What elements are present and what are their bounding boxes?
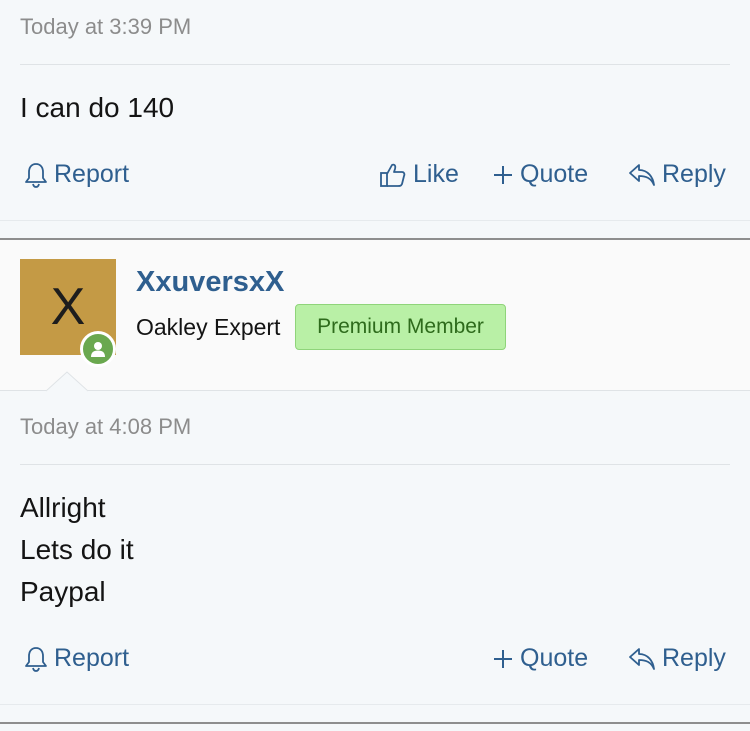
message-line: Allright xyxy=(20,492,106,523)
username[interactable]: XxuversxX xyxy=(136,266,284,299)
message-line: Lets do it xyxy=(20,534,134,565)
reply-arrow-icon xyxy=(629,163,655,186)
thumbs-up-icon xyxy=(380,163,406,187)
user-icon xyxy=(91,342,105,357)
like-label: Like xyxy=(413,160,459,188)
post-timestamp[interactable]: Today at 4:08 PM xyxy=(20,414,191,440)
report-label: Report xyxy=(54,644,130,672)
reply-label: Reply xyxy=(662,160,726,188)
reply-button[interactable]: Reply xyxy=(628,160,726,189)
report-button[interactable]: Report xyxy=(24,644,129,673)
member-badge: Premium Member xyxy=(295,304,506,350)
bell-icon xyxy=(25,646,47,672)
user-block-bottom-border xyxy=(0,390,46,391)
plus-icon xyxy=(494,649,512,668)
quote-label: Quote xyxy=(520,644,589,672)
reply-arrow-icon xyxy=(629,647,655,670)
like-button[interactable]: Like xyxy=(379,160,459,189)
user-title: Oakley Expert xyxy=(136,314,281,340)
post-timestamp[interactable]: Today at 3:39 PM xyxy=(20,14,191,40)
reply-label: Reply xyxy=(662,644,726,672)
post-message: Allright Lets do it Paypal xyxy=(20,487,134,613)
actions-bottom-separator xyxy=(0,704,750,705)
avatar-letter: X xyxy=(50,278,86,336)
quote-button[interactable]: Quote xyxy=(492,160,588,189)
timestamp-separator xyxy=(20,64,730,65)
report-button[interactable]: Report xyxy=(24,160,129,189)
message-line: I can do 140 xyxy=(20,92,175,123)
quote-button[interactable]: Quote xyxy=(492,644,588,673)
plus-icon xyxy=(494,165,512,184)
post-1: Today at 3:39 PM I can do 140 Report Lik… xyxy=(0,0,750,238)
user-info-block: X XxuversxX Oakley Expert Premium Member xyxy=(0,240,750,390)
report-label: Report xyxy=(54,160,130,188)
online-status-badge xyxy=(80,331,116,367)
post-message: I can do 140 xyxy=(20,87,174,129)
post-divider xyxy=(0,722,750,724)
message-pointer xyxy=(46,371,88,392)
bell-icon xyxy=(25,162,47,188)
timestamp-separator xyxy=(20,464,730,465)
user-block-bottom-border xyxy=(88,390,750,391)
message-line: Paypal xyxy=(20,576,106,607)
actions-bottom-separator xyxy=(0,220,750,221)
reply-button[interactable]: Reply xyxy=(628,644,726,673)
quote-label: Quote xyxy=(520,160,589,188)
